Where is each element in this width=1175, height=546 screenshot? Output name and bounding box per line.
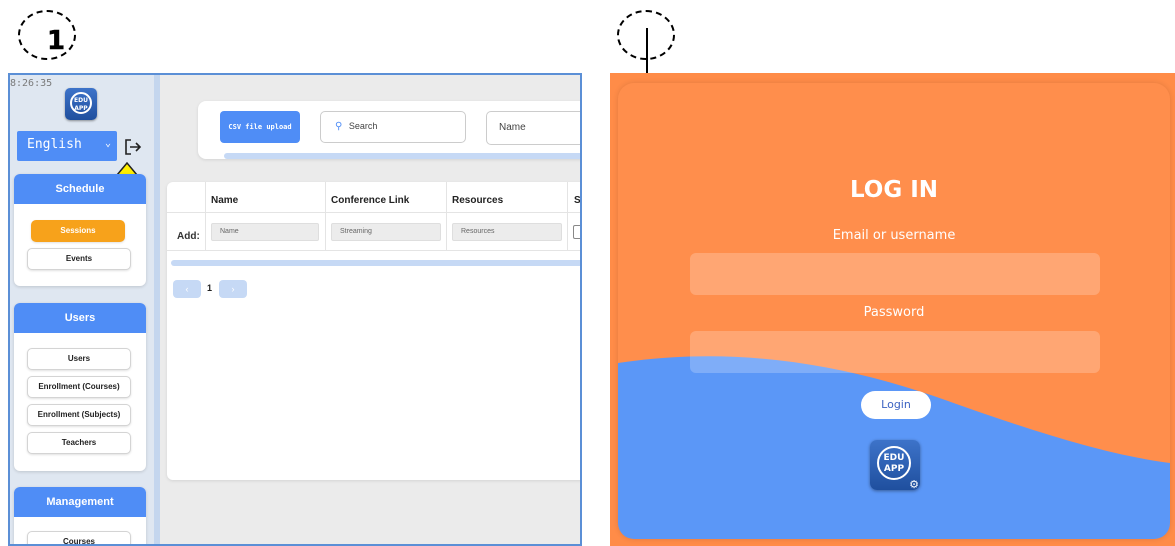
courses-button[interactable]: Courses bbox=[27, 531, 131, 544]
toolbar-card: CSV file upload ⚲ Search Name bbox=[198, 101, 580, 159]
language-value: English bbox=[27, 137, 82, 152]
add-name-input[interactable]: Name bbox=[211, 223, 319, 241]
search-placeholder: Search bbox=[348, 121, 378, 131]
password-field[interactable] bbox=[690, 331, 1100, 373]
tutorial-figure: 1 8:26:35 EDU APP English ⌄ Schedule Ses… bbox=[0, 0, 1175, 546]
users-card: Users Users Enrollment (Courses) Enrollm… bbox=[14, 303, 146, 471]
schedule-title: Schedule bbox=[14, 174, 146, 204]
login-card: LOG IN Email or username Password Login … bbox=[618, 83, 1170, 539]
sidebar: 8:26:35 EDU APP English ⌄ Schedule Sessi… bbox=[10, 75, 154, 544]
sessions-table: Name Conference Link Resources S Add: Na… bbox=[167, 182, 581, 480]
search-input[interactable]: ⚲ Search bbox=[320, 111, 466, 143]
header-name: Name bbox=[211, 195, 239, 206]
add-extra-field[interactable] bbox=[573, 225, 580, 239]
enrollment-courses-button[interactable]: Enrollment (Courses) bbox=[27, 376, 131, 398]
clock: 8:26:35 bbox=[10, 78, 53, 89]
eduapp-logo: EDU APP bbox=[65, 88, 97, 120]
logo-text-bottom: APP bbox=[74, 105, 88, 112]
search-icon: ⚲ bbox=[335, 121, 343, 132]
logo-text-top: EDU bbox=[74, 97, 88, 104]
teachers-button[interactable]: Teachers bbox=[27, 432, 131, 454]
current-page: 1 bbox=[207, 283, 213, 293]
management-card: Management Courses bbox=[14, 487, 146, 544]
table-scrollbar[interactable] bbox=[171, 260, 580, 266]
logout-icon[interactable] bbox=[124, 139, 142, 155]
horizontal-scrollbar[interactable] bbox=[224, 153, 580, 159]
header-conference-link: Conference Link bbox=[331, 195, 410, 206]
step-number: 1 bbox=[47, 26, 66, 57]
eduapp-logo-large: EDU APP ⚙ bbox=[870, 440, 920, 491]
login-title: LOG IN bbox=[849, 177, 939, 203]
schedule-card: Schedule Sessions Events bbox=[14, 174, 146, 286]
sessions-button[interactable]: Sessions bbox=[31, 220, 125, 242]
login-button[interactable]: Login bbox=[861, 391, 931, 419]
login-screen: LOG IN Email or username Password Login … bbox=[610, 73, 1175, 546]
enrollment-subjects-button[interactable]: Enrollment (Subjects) bbox=[27, 404, 131, 426]
add-streaming-input[interactable]: Streaming bbox=[331, 223, 441, 241]
next-page-button[interactable]: › bbox=[219, 280, 247, 298]
email-label: Email or username bbox=[832, 228, 956, 243]
language-select[interactable]: English ⌄ bbox=[17, 131, 117, 161]
password-label: Password bbox=[863, 305, 925, 320]
sort-select[interactable]: Name bbox=[486, 111, 580, 145]
gear-icon: ⚙ bbox=[909, 479, 919, 491]
management-title: Management bbox=[14, 487, 146, 517]
prev-page-button[interactable]: ‹ bbox=[173, 280, 201, 298]
email-field[interactable] bbox=[690, 253, 1100, 295]
logo-text-bottom: APP bbox=[883, 464, 905, 474]
header-truncated: S bbox=[574, 195, 581, 206]
header-resources: Resources bbox=[452, 195, 504, 206]
add-resources-input[interactable]: Resources bbox=[452, 223, 562, 241]
sidebar-divider bbox=[154, 75, 160, 544]
add-row-label: Add: bbox=[177, 231, 200, 242]
chevron-down-icon: ⌄ bbox=[104, 138, 111, 149]
users-title: Users bbox=[14, 303, 146, 333]
logo-text-top: EDU bbox=[883, 453, 905, 463]
admin-screen: 8:26:35 EDU APP English ⌄ Schedule Sessi… bbox=[8, 73, 582, 546]
csv-upload-button[interactable]: CSV file upload bbox=[220, 111, 300, 143]
users-button[interactable]: Users bbox=[27, 348, 131, 370]
events-button[interactable]: Events bbox=[27, 248, 131, 270]
